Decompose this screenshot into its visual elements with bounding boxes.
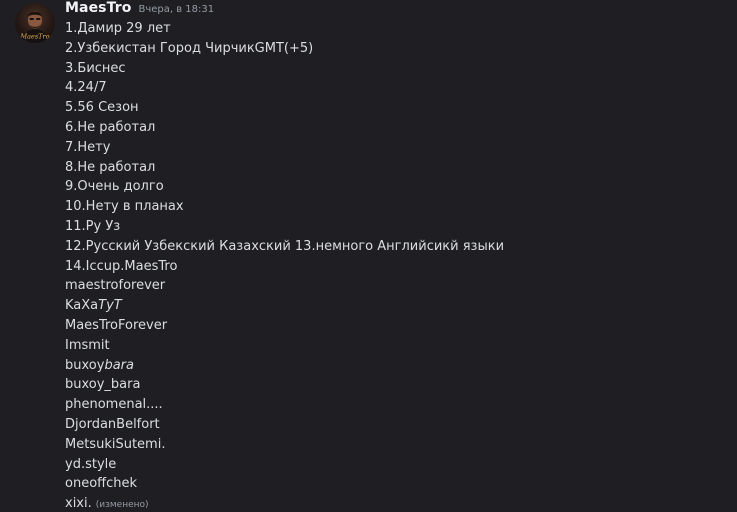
message-line: buxoy_bara — [65, 377, 141, 393]
message-line: xixi. (изменено) — [65, 494, 727, 512]
message-line: 2.Узбекистан Город ЧирчикGMT(+5) — [65, 40, 314, 56]
edited-label: (изменено) — [95, 500, 149, 511]
message-line: DjordanBelfort — [65, 416, 160, 432]
avatar-logo-text: MaesTro — [19, 33, 49, 41]
message-line: 6.Не работал — [65, 119, 156, 135]
message-line: Imsmit — [65, 337, 110, 353]
chat-message: MaesTro MaesTro Вчера, в 18:31 1.Дамир 2… — [0, 0, 737, 512]
message-content: 1.Дамир 29 лет 2.Узбекистан Город Чирчик… — [65, 19, 727, 512]
message-text: xixi. — [65, 496, 92, 512]
message-timestamp[interactable]: Вчера, в 18:31 — [138, 4, 214, 15]
message-line: 12.Русский Узбекский Казахский 13.немног… — [65, 238, 505, 254]
message-line: buxoybara — [65, 356, 727, 376]
message-line: 1.Дамир 29 лет — [65, 21, 171, 36]
message-italic-text: bara — [104, 357, 134, 373]
message-line: 9.Очень долго — [65, 179, 164, 195]
message-line: oneoffchek — [65, 476, 138, 492]
message-line: MetsukiSutemi. — [65, 436, 166, 452]
message-text: buxoy — [65, 357, 105, 373]
username[interactable]: MaesTro — [65, 0, 131, 16]
message-line: KaXaТуТ — [65, 296, 727, 316]
user-avatar-icon[interactable]: MaesTro — [15, 3, 55, 43]
message-line: 11.Ру Уз — [65, 218, 121, 234]
message-text: KaXa — [65, 298, 99, 314]
message-line: 4.24/7 — [65, 80, 107, 96]
message-line: maestroforever — [65, 278, 166, 294]
message-italic-text: ТуТ — [98, 298, 122, 314]
message-line: phenomenal.... — [65, 397, 163, 413]
message-line: 7.Нету — [65, 139, 111, 155]
message-line: MaesTroForever — [65, 317, 168, 333]
avatar-picture: MaesTro — [19, 11, 50, 43]
message-line: 10.Нету в планах — [65, 199, 184, 215]
message-line: 8.Не работал — [65, 159, 156, 175]
message-line: yd.style — [65, 456, 117, 472]
message-line: 5.56 Сезон — [65, 100, 139, 116]
message-line: 14.Iccup.MaesTro — [65, 258, 178, 274]
message-line: 3.Биснес — [65, 60, 126, 76]
message-header: MaesTro Вчера, в 18:31 — [65, 0, 214, 20]
